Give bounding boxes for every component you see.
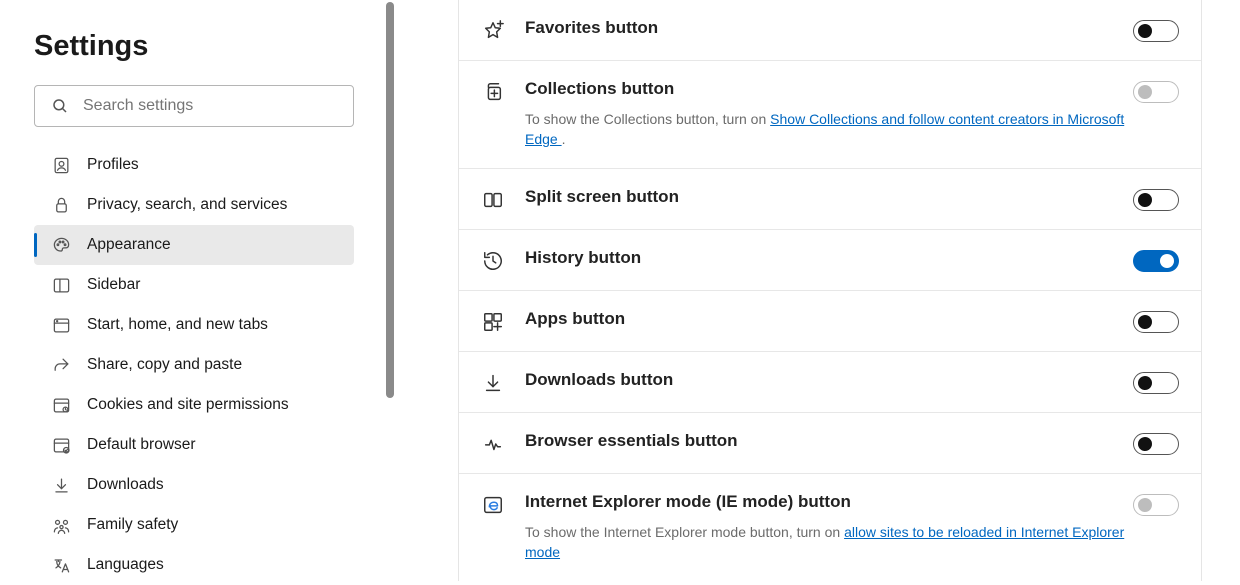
sidebar-item-label: Share, copy and paste <box>87 356 242 374</box>
setting-label: Browser essentials button <box>525 431 1133 451</box>
setting-row-favorites: Favorites button <box>459 0 1201 61</box>
sidebar-item-languages[interactable]: Languages <box>34 545 354 585</box>
setting-row-essentials: Browser essentials button <box>459 413 1201 474</box>
sidebar-item-label: Appearance <box>87 236 171 254</box>
sidebar-item-default[interactable]: Default browser <box>34 425 354 465</box>
search-icon <box>51 97 69 115</box>
sidebar-item-label: Cookies and site permissions <box>87 396 289 414</box>
privacy-icon <box>52 196 71 215</box>
sidebar-item-appearance[interactable]: Appearance <box>34 225 354 265</box>
default-icon <box>52 436 71 455</box>
setting-label: Collections button <box>525 79 1133 99</box>
sidebar-item-label: Start, home, and new tabs <box>87 316 268 334</box>
setting-label: Favorites button <box>525 18 1133 38</box>
toggle-collections <box>1133 81 1179 103</box>
appearance-icon <box>52 236 71 255</box>
settings-sidebar: Settings Profiles Privacy, search, and se… <box>0 0 398 581</box>
sidebar-scrollbar[interactable] <box>386 2 394 398</box>
setting-row-iemode: Internet Explorer mode (IE mode) button T… <box>459 474 1201 581</box>
cookies-icon <box>52 396 71 415</box>
setting-row-downloads: Downloads button <box>459 352 1201 413</box>
sidebar-item-label: Languages <box>87 556 164 574</box>
toggle-favorites[interactable] <box>1133 20 1179 42</box>
sidebar-item-sidebar[interactable]: Sidebar <box>34 265 354 305</box>
toggle-essentials[interactable] <box>1133 433 1179 455</box>
sidebar-item-cookies[interactable]: Cookies and site permissions <box>34 385 354 425</box>
search-input[interactable] <box>83 97 337 115</box>
setting-row-collections: Collections button To show the Collection… <box>459 61 1201 169</box>
setting-row-history: History button <box>459 230 1201 291</box>
sidebar-item-label: Default browser <box>87 436 196 454</box>
share-icon <box>52 356 71 375</box>
toggle-downloads[interactable] <box>1133 372 1179 394</box>
settings-main: Favorites button Collections button To sho… <box>398 0 1240 581</box>
setting-sub-suffix: . <box>562 131 566 147</box>
downloads-icon <box>482 372 504 394</box>
toggle-iemode <box>1133 494 1179 516</box>
setting-sub-prefix: To show the Collections button, turn on <box>525 111 770 127</box>
downloads-icon <box>52 476 71 495</box>
search-box[interactable] <box>34 85 354 127</box>
setting-sub-prefix: To show the Internet Explorer mode butto… <box>525 524 844 540</box>
setting-row-apps: Apps button <box>459 291 1201 352</box>
sidebar-item-label: Family safety <box>87 516 178 534</box>
sidebar-item-label: Sidebar <box>87 276 140 294</box>
collections-icon <box>482 81 504 103</box>
sidebar-item-start[interactable]: Start, home, and new tabs <box>34 305 354 345</box>
family-icon <box>52 516 71 535</box>
essentials-icon <box>482 433 504 455</box>
toggle-history[interactable] <box>1133 250 1179 272</box>
profiles-icon <box>52 156 71 175</box>
history-icon <box>482 250 504 272</box>
sidebar-item-profiles[interactable]: Profiles <box>34 145 354 185</box>
sidebar-item-downloads[interactable]: Downloads <box>34 465 354 505</box>
splitscreen-icon <box>482 189 504 211</box>
languages-icon <box>52 556 71 575</box>
setting-sub: To show the Internet Explorer mode butto… <box>525 522 1133 563</box>
sidebar-icon <box>52 276 71 295</box>
toggle-splitscreen[interactable] <box>1133 189 1179 211</box>
sidebar-item-share[interactable]: Share, copy and paste <box>34 345 354 385</box>
setting-sub: To show the Collections button, turn on … <box>525 109 1133 150</box>
start-icon <box>52 316 71 335</box>
setting-row-splitscreen: Split screen button <box>459 169 1201 230</box>
apps-icon <box>482 311 504 333</box>
sidebar-item-family[interactable]: Family safety <box>34 505 354 545</box>
toolbar-buttons-panel: Favorites button Collections button To sho… <box>458 0 1202 581</box>
setting-label: History button <box>525 248 1133 268</box>
settings-nav: Profiles Privacy, search, and services App… <box>34 145 354 585</box>
toggle-apps[interactable] <box>1133 311 1179 333</box>
sidebar-item-privacy[interactable]: Privacy, search, and services <box>34 185 354 225</box>
sidebar-item-label: Profiles <box>87 156 139 174</box>
setting-label: Downloads button <box>525 370 1133 390</box>
setting-label: Apps button <box>525 309 1133 329</box>
favorites-icon <box>482 20 504 42</box>
sidebar-item-label: Downloads <box>87 476 164 494</box>
setting-label: Split screen button <box>525 187 1133 207</box>
setting-label: Internet Explorer mode (IE mode) button <box>525 492 1133 512</box>
sidebar-item-label: Privacy, search, and services <box>87 196 287 214</box>
page-title: Settings <box>34 30 398 63</box>
iemode-icon <box>482 494 504 516</box>
